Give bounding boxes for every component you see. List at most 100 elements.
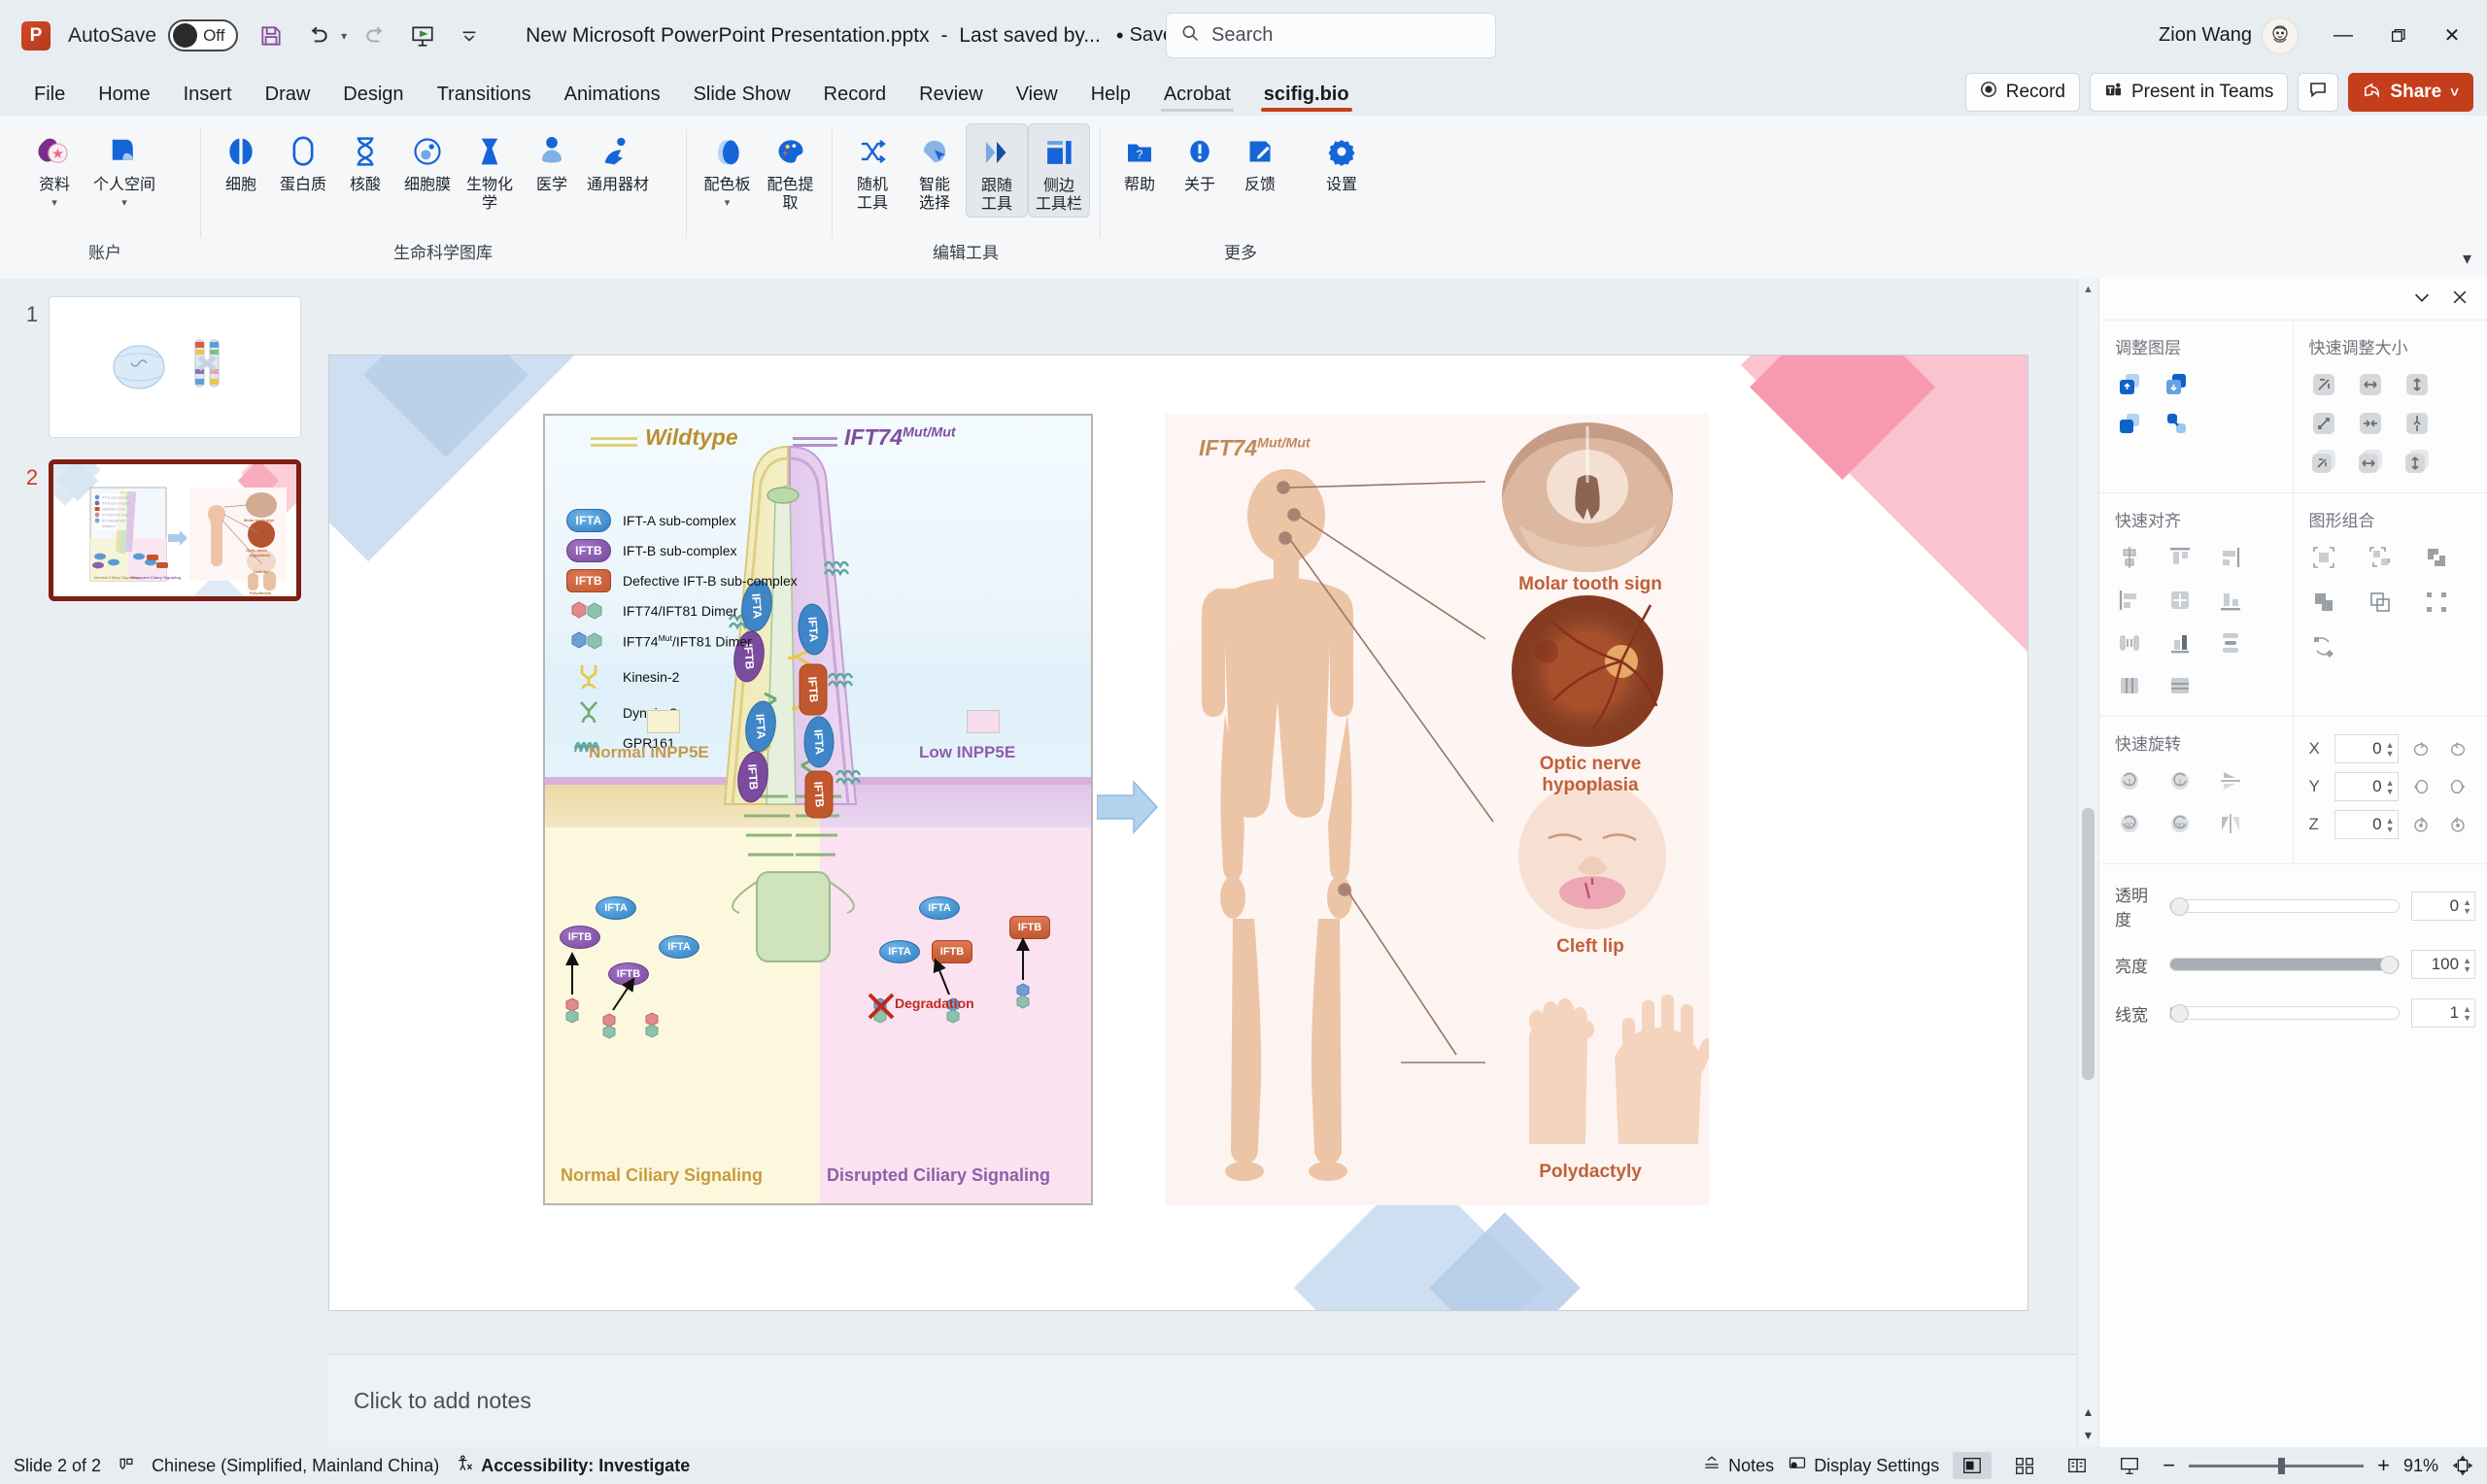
tab-draw[interactable]: Draw [249,78,327,116]
opacity-slider-knob[interactable] [2170,897,2189,916]
match-height-icon[interactable] [2402,448,2432,477]
rotation-z-input[interactable]: 0 ▲ ▼ [2334,810,2399,839]
linewidth-slider[interactable] [2169,1004,2400,1023]
tab-acrobat[interactable]: Acrobat [1147,78,1247,116]
avatar[interactable] [2262,17,2299,54]
tab-file[interactable]: File [17,78,82,116]
comments-button[interactable] [2298,73,2339,112]
spinner-arrows[interactable]: ▲ ▼ [2386,816,2395,833]
intersect-icon[interactable] [2366,588,2395,617]
rotate-z-cw-icon[interactable] [2406,810,2436,839]
rotate-y-ccw-icon[interactable] [2443,772,2472,801]
spinner-arrows[interactable]: ▲ ▼ [2463,956,2471,973]
align-left-icon[interactable] [2115,586,2144,615]
ribbon-item-feedback[interactable]: 反馈 [1230,123,1290,197]
distribute-even-icon[interactable] [2216,628,2245,658]
ribbon-item-ziliao[interactable]: 资料 ▾ [19,123,89,211]
spinner-arrows[interactable]: ▲ ▼ [2386,740,2395,758]
brightness-input[interactable]: 100 ▲ ▼ [2411,950,2475,979]
notes-button[interactable]: Notes [1702,1454,1774,1478]
chevron-down-icon[interactable] [2411,287,2433,313]
spellcheck-icon[interactable] [117,1456,136,1475]
brightness-slider-knob[interactable] [2380,956,2399,974]
spinner-arrows[interactable]: ▲ ▼ [2463,1004,2471,1022]
grid-cols-icon[interactable] [2115,671,2144,700]
ribbon-item-side-toolbar[interactable]: 侧边 工具栏 [1028,123,1090,218]
search-input[interactable]: Search [1166,13,1496,58]
scroll-up-arrow-icon[interactable]: ▲ [2078,279,2098,300]
rotate-x-cw-icon[interactable] [2406,734,2436,763]
match-width-icon[interactable] [2356,448,2385,477]
tab-home[interactable]: Home [82,78,166,116]
thumbnail-row-1[interactable]: 1 [0,296,328,459]
tab-view[interactable]: View [1000,78,1074,116]
undo-icon[interactable] [298,17,337,55]
redo-icon[interactable] [357,17,395,55]
ribbon-item-palette-pick[interactable]: 配色提取 [759,123,822,216]
ribbon-item-personal-space[interactable]: 个人空间 ▾ [89,123,159,211]
scientific-figure[interactable]: Wildtype IFT74Mut/Mut IFTA IFTB IFTA IFT… [543,414,1709,1220]
restore-button[interactable] [2370,12,2425,60]
zoom-slider[interactable] [2189,1457,2365,1474]
rotate-left-90-icon[interactable]: 90 [2115,809,2144,838]
flip-vertical-icon[interactable] [2216,766,2245,795]
zoom-level[interactable]: 91% [2403,1456,2438,1476]
ungroup-icon[interactable] [2366,543,2395,572]
shrink-both-icon[interactable] [2309,409,2338,438]
slide-counter[interactable]: Slide 2 of 2 [14,1456,101,1476]
send-backward-icon[interactable] [2162,409,2191,438]
tab-slide-show[interactable]: Slide Show [677,78,807,116]
ribbon-item-palette-board[interactable]: 配色板 ▾ [696,123,759,211]
ribbon-item-medicine[interactable]: 医学 [521,123,583,197]
align-bottom-icon[interactable] [2216,586,2245,615]
ribbon-item-labware[interactable]: 通用器材 [583,123,653,197]
scale-both-icon[interactable] [2309,370,2338,399]
tab-help[interactable]: Help [1074,78,1147,116]
save-icon[interactable] [252,17,290,55]
ribbon-item-help[interactable]: ? 帮助 [1109,123,1170,197]
scrollbar-thumb[interactable] [2082,808,2095,1080]
minimize-button[interactable]: — [2316,12,2370,60]
customize-quick-access-icon[interactable] [450,17,489,55]
share-button[interactable]: Share ˅ [2348,73,2473,112]
thumbnail-row-2[interactable]: 2 Molar tooth sign Optic nerve hypoplasi… [0,459,328,623]
slide-thumbnail-pane[interactable]: 1 2 Molar tooth sign Optic nerve hypopla… [0,279,328,1447]
zoom-out-button[interactable]: − [2163,1453,2175,1478]
tab-record[interactable]: Record [807,78,903,116]
ribbon-item-settings[interactable]: 设置 [1312,123,1372,197]
tab-animations[interactable]: Animations [548,78,677,116]
previous-slide-button[interactable]: ▲ [2078,1400,2098,1424]
rotation-x-input[interactable]: 0 ▲ ▼ [2334,734,2399,763]
ribbon-item-smart-select[interactable]: 智能 选择 [903,123,966,216]
ribbon-item-cell[interactable]: 细胞 [210,123,272,197]
group-icon[interactable] [2309,543,2338,572]
opacity-input[interactable]: 0 ▲ ▼ [2411,892,2475,921]
collapse-ribbon-icon[interactable]: ▾ [2463,249,2471,269]
slide-canvas[interactable]: Wildtype IFT74Mut/Mut IFTA IFTB IFTA IFT… [328,354,2028,1311]
ribbon-item-about[interactable]: 关于 [1170,123,1230,197]
notes-pane[interactable]: Click to add notes [328,1354,2077,1447]
distribute-v-icon[interactable] [2165,628,2195,658]
record-button[interactable]: Record [1964,73,2080,112]
opacity-slider[interactable] [2169,897,2400,916]
start-slideshow-icon[interactable] [403,17,442,55]
slide-thumbnail-1[interactable] [49,296,301,438]
present-in-teams-button[interactable]: Present in Teams [2089,73,2289,112]
union-icon[interactable] [2422,543,2451,572]
language-indicator[interactable]: Chinese (Simplified, Mainland China) [152,1456,439,1476]
grid-rows-icon[interactable] [2165,671,2195,700]
ribbon-item-biochemistry[interactable]: 生物化学 [459,123,521,216]
fit-slide-icon[interactable] [2452,1455,2473,1476]
slide-sorter-view-button[interactable] [2005,1452,2044,1479]
tab-review[interactable]: Review [903,78,1000,116]
scale-height-icon[interactable] [2402,370,2432,399]
linewidth-slider-knob[interactable] [2170,1004,2189,1023]
ribbon-item-protein[interactable]: 蛋白质 [272,123,334,197]
tab-insert[interactable]: Insert [167,78,249,116]
tab-scifig-bio[interactable]: scifig.bio [1247,78,1366,116]
chevron-down-icon[interactable]: ▾ [121,197,127,209]
rotate-z-ccw-icon[interactable] [2443,810,2472,839]
reading-view-button[interactable] [2058,1452,2096,1479]
scale-width-icon[interactable] [2356,370,2385,399]
shrink-height-icon[interactable] [2402,409,2432,438]
